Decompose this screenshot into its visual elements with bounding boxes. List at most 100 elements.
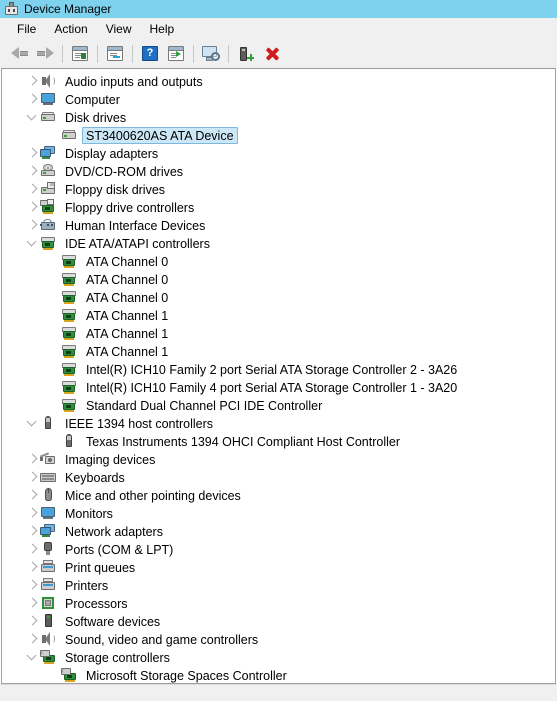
tree-node-label: IDE ATA/ATAPI controllers xyxy=(65,236,210,251)
show-hidden-devices-button[interactable] xyxy=(163,42,189,66)
tree-node[interactable]: Intel(R) ICH10 Family 2 port Serial ATA … xyxy=(2,360,555,378)
tree-node[interactable]: Audio inputs and outputs xyxy=(2,72,555,90)
chevron-right-icon[interactable] xyxy=(24,595,40,611)
tree-node[interactable]: Display adapters xyxy=(2,144,555,162)
chevron-down-icon[interactable] xyxy=(24,649,40,665)
menu-item-view[interactable]: View xyxy=(97,19,141,39)
chevron-right-icon[interactable] xyxy=(24,451,40,467)
tree-node-label: ATA Channel 1 xyxy=(86,326,169,341)
printer-icon xyxy=(40,577,56,593)
menu-item-action[interactable]: Action xyxy=(45,19,96,39)
tree-node[interactable]: Keyboards xyxy=(2,468,555,486)
tree-node-label: Display adapters xyxy=(65,146,159,161)
network-adapter-icon xyxy=(40,523,56,539)
chevron-right-icon[interactable] xyxy=(24,163,40,179)
hid-icon xyxy=(40,217,56,233)
tree-node[interactable]: Floppy drive controllers xyxy=(2,198,555,216)
tree-node[interactable]: Sound, video and game controllers xyxy=(2,630,555,648)
help-button[interactable]: ? xyxy=(137,42,163,66)
chevron-right-icon[interactable] xyxy=(24,145,40,161)
update-driver-button[interactable] xyxy=(102,42,128,66)
tree-node[interactable]: DVD/CD-ROM drives xyxy=(2,162,555,180)
chevron-right-icon[interactable] xyxy=(24,505,40,521)
scan-for-hardware-changes-button[interactable] xyxy=(198,42,224,66)
chevron-right-icon[interactable] xyxy=(24,613,40,629)
chevron-right-icon[interactable] xyxy=(24,217,40,233)
chevron-down-icon[interactable] xyxy=(24,109,40,125)
tree-node[interactable]: Mice and other pointing devices xyxy=(2,486,555,504)
ide-controller-icon xyxy=(61,307,77,323)
disk-drive-icon xyxy=(61,127,77,143)
tree-node[interactable]: Monitors xyxy=(2,504,555,522)
chevron-right-icon[interactable] xyxy=(24,631,40,647)
chevron-right-icon[interactable] xyxy=(24,73,40,89)
chevron-down-icon[interactable] xyxy=(24,415,40,431)
menu-item-file[interactable]: File xyxy=(8,19,45,39)
back-button[interactable] xyxy=(6,42,32,66)
tree-node-selected[interactable]: ST3400620AS ATA Device xyxy=(2,126,555,144)
tree-node[interactable]: Microsoft Storage Spaces Controller xyxy=(2,666,555,683)
tree-node[interactable]: Floppy disk drives xyxy=(2,180,555,198)
uninstall-device-button[interactable] xyxy=(259,42,285,66)
device-tree-panel[interactable]: Audio inputs and outputs Computer Disk dri… xyxy=(1,68,556,684)
chevron-down-icon[interactable] xyxy=(24,235,40,251)
tree-node[interactable]: ATA Channel 0 xyxy=(2,270,555,288)
tree-node-label: Network adapters xyxy=(65,524,163,539)
toolbar-separator xyxy=(132,44,133,63)
tree-node[interactable]: Printers xyxy=(2,576,555,594)
speaker-icon xyxy=(40,73,56,89)
tree-node[interactable]: IEEE 1394 host controllers xyxy=(2,414,555,432)
tree-node[interactable]: ATA Channel 1 xyxy=(2,306,555,324)
tree-node[interactable]: ATA Channel 0 xyxy=(2,288,555,306)
list-view-icon xyxy=(168,46,184,61)
tree-node[interactable]: Texas Instruments 1394 OHCI Compliant Ho… xyxy=(2,432,555,450)
chevron-right-icon[interactable] xyxy=(24,91,40,107)
chevron-right-icon[interactable] xyxy=(24,577,40,593)
tree-node[interactable]: Processors xyxy=(2,594,555,612)
tree-node[interactable]: Software devices xyxy=(2,612,555,630)
floppy-disk-icon xyxy=(40,181,56,197)
tree-node-label: Audio inputs and outputs xyxy=(65,74,203,89)
tree-node-label: ATA Channel 0 xyxy=(86,254,169,269)
tree-node[interactable]: Network adapters xyxy=(2,522,555,540)
tree-node[interactable]: ATA Channel 1 xyxy=(2,342,555,360)
ide-controller-icon xyxy=(61,361,77,377)
properties-icon xyxy=(72,46,88,61)
tree-node-label: Standard Dual Channel PCI IDE Controller xyxy=(86,398,323,413)
tree-node[interactable]: ATA Channel 0 xyxy=(2,252,555,270)
tree-node[interactable]: Print queues xyxy=(2,558,555,576)
chevron-right-icon[interactable] xyxy=(24,181,40,197)
tree-node-label: Floppy drive controllers xyxy=(65,200,195,215)
help-icon: ? xyxy=(142,46,158,61)
ide-controller-icon xyxy=(61,325,77,341)
ieee1394-icon xyxy=(61,433,77,449)
tree-node[interactable]: Computer xyxy=(2,90,555,108)
forward-button[interactable] xyxy=(32,42,58,66)
ieee1394-icon xyxy=(40,415,56,431)
floppy-controller-icon xyxy=(40,199,56,215)
tree-node[interactable]: Standard Dual Channel PCI IDE Controller xyxy=(2,396,555,414)
tree-node-label: IEEE 1394 host controllers xyxy=(65,416,213,431)
back-arrow-icon xyxy=(10,47,28,60)
tree-node[interactable]: Intel(R) ICH10 Family 4 port Serial ATA … xyxy=(2,378,555,396)
chevron-right-icon[interactable] xyxy=(24,487,40,503)
tree-node[interactable]: Ports (COM & LPT) xyxy=(2,540,555,558)
chevron-right-icon[interactable] xyxy=(24,541,40,557)
chevron-right-icon[interactable] xyxy=(24,199,40,215)
toolbar-separator xyxy=(193,44,194,63)
add-legacy-hardware-button[interactable] xyxy=(233,42,259,66)
ide-controller-icon xyxy=(61,379,77,395)
tree-node[interactable]: ATA Channel 1 xyxy=(2,324,555,342)
tree-node[interactable]: Human Interface Devices xyxy=(2,216,555,234)
chevron-right-icon[interactable] xyxy=(24,523,40,539)
properties-button[interactable] xyxy=(67,42,93,66)
chevron-right-icon[interactable] xyxy=(24,559,40,575)
menu-item-help[interactable]: Help xyxy=(141,19,184,39)
tree-node-label: Imaging devices xyxy=(65,452,156,467)
chevron-right-icon[interactable] xyxy=(24,469,40,485)
tree-node[interactable]: IDE ATA/ATAPI controllers xyxy=(2,234,555,252)
storage-controller-icon xyxy=(40,649,56,665)
tree-node[interactable]: Storage controllers xyxy=(2,648,555,666)
tree-node[interactable]: Imaging devices xyxy=(2,450,555,468)
tree-node[interactable]: Disk drives xyxy=(2,108,555,126)
